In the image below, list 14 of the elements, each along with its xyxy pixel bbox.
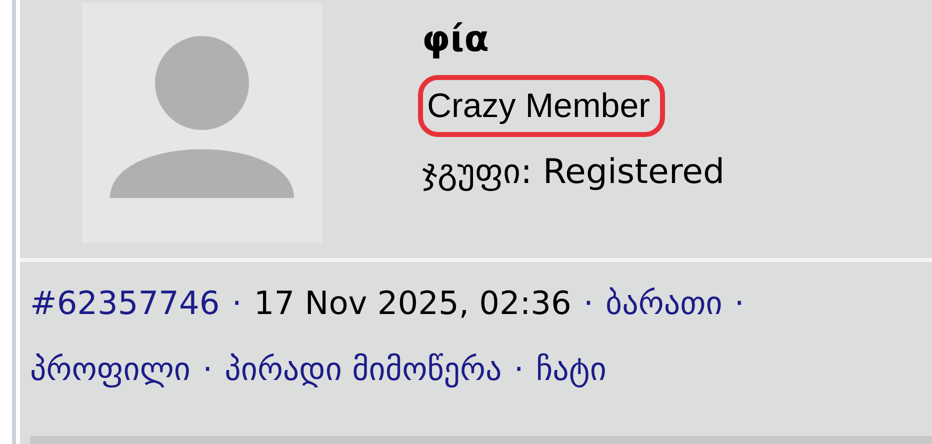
post-link[interactable]: პირადი მიმოწერა [224,342,502,396]
member-rank: Crazy Member [418,75,665,137]
member-group: ჯგუფი: Registered [422,146,725,198]
separator-dot: · [202,349,213,390]
username: φία [422,18,489,62]
separator-dot: · [232,283,242,324]
post-link[interactable]: პროფილი [30,342,190,396]
separator-dot: · [514,349,524,390]
post-link[interactable]: ბარათი [606,276,722,330]
separator-dot: · [734,283,744,324]
post-link[interactable]: ჩატი [536,342,606,396]
post-date: 17 Nov 2025, 02:36 [254,283,572,324]
post-link[interactable]: #62357746 [30,276,220,330]
separator-dot: · [583,283,594,324]
